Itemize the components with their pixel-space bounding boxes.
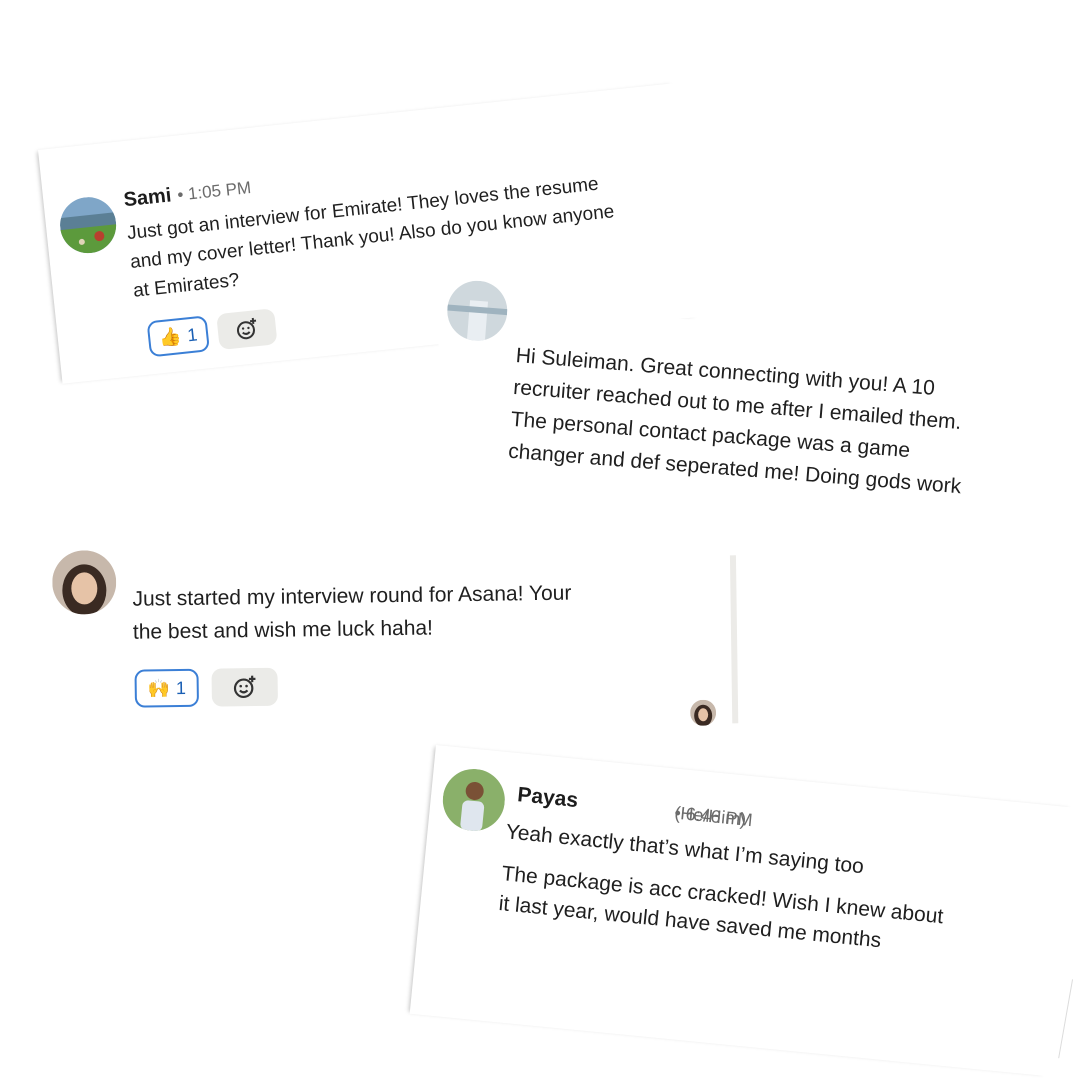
reaction-thumbs-up[interactable]: 👍 1 bbox=[146, 315, 210, 358]
add-reaction-icon bbox=[236, 317, 257, 340]
message-timestamp: • 6:46 PM bbox=[673, 802, 754, 831]
page-edge bbox=[1058, 979, 1080, 1061]
thumbs-up-icon: 👍 bbox=[158, 325, 183, 348]
message-line: at Emirates? bbox=[132, 269, 241, 302]
message-card-payas: Payas (He/Him) • 6:46 PM Yeah exactly th… bbox=[409, 745, 1073, 1077]
message-card-asana: Just started my interview round for Asan… bbox=[40, 549, 739, 733]
sender-name[interactable]: Payas bbox=[516, 783, 579, 813]
avatar-sami[interactable] bbox=[57, 194, 119, 256]
message-line: Just started my interview round for Asan… bbox=[132, 581, 572, 611]
sender-name[interactable]: Sami bbox=[123, 184, 173, 212]
reaction-count: 1 bbox=[186, 323, 199, 345]
message-timestamp: • 1:05 PM bbox=[176, 177, 253, 205]
avatar-sender[interactable] bbox=[51, 549, 117, 615]
add-reaction-button[interactable] bbox=[211, 667, 278, 707]
reaction-count: 1 bbox=[175, 677, 187, 698]
add-reaction-icon bbox=[233, 675, 256, 699]
raising-hands-icon: 🙌 bbox=[147, 677, 171, 699]
message-card-suleiman: Hi Suleiman. Great connecting with you! … bbox=[424, 278, 1041, 567]
read-receipt-avatar bbox=[689, 699, 717, 726]
reaction-raising-hands[interactable]: 🙌 1 bbox=[134, 668, 199, 708]
avatar-payas[interactable] bbox=[439, 766, 508, 834]
add-reaction-button[interactable] bbox=[216, 308, 278, 351]
message-line: the best and wish me luck haha! bbox=[132, 616, 434, 644]
